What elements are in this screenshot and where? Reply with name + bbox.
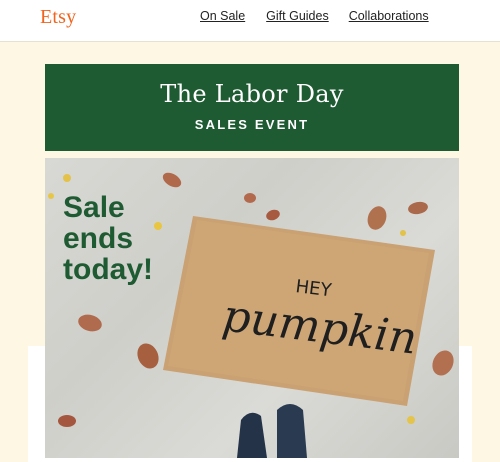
nav-link-gift-guides[interactable]: Gift Guides [266, 9, 329, 23]
email-header: Etsy On Sale Gift Guides Collaborations [0, 0, 500, 42]
doormat: HEY pumpkin [163, 216, 435, 406]
banner-title: The Labor Day [160, 80, 344, 108]
header-nav: On Sale Gift Guides Collaborations [200, 9, 449, 23]
sale-ends-headline: Sale ends today! [63, 192, 153, 285]
headline-line-1: Sale [63, 191, 125, 224]
shoes [237, 404, 307, 458]
headline-line-3: today! [63, 253, 153, 286]
nav-link-on-sale[interactable]: On Sale [200, 9, 245, 23]
banner-subtitle: SALES EVENT [194, 117, 310, 132]
hero-image[interactable]: HEY pumpkin Sale ends today! [45, 158, 459, 458]
etsy-logo[interactable]: Etsy [40, 6, 76, 29]
headline-line-2: ends [63, 222, 134, 255]
labor-day-banner[interactable]: The Labor Day SALES EVENT [45, 64, 459, 151]
nav-link-collaborations[interactable]: Collaborations [349, 9, 429, 23]
doormat-text-small: HEY [294, 276, 333, 301]
